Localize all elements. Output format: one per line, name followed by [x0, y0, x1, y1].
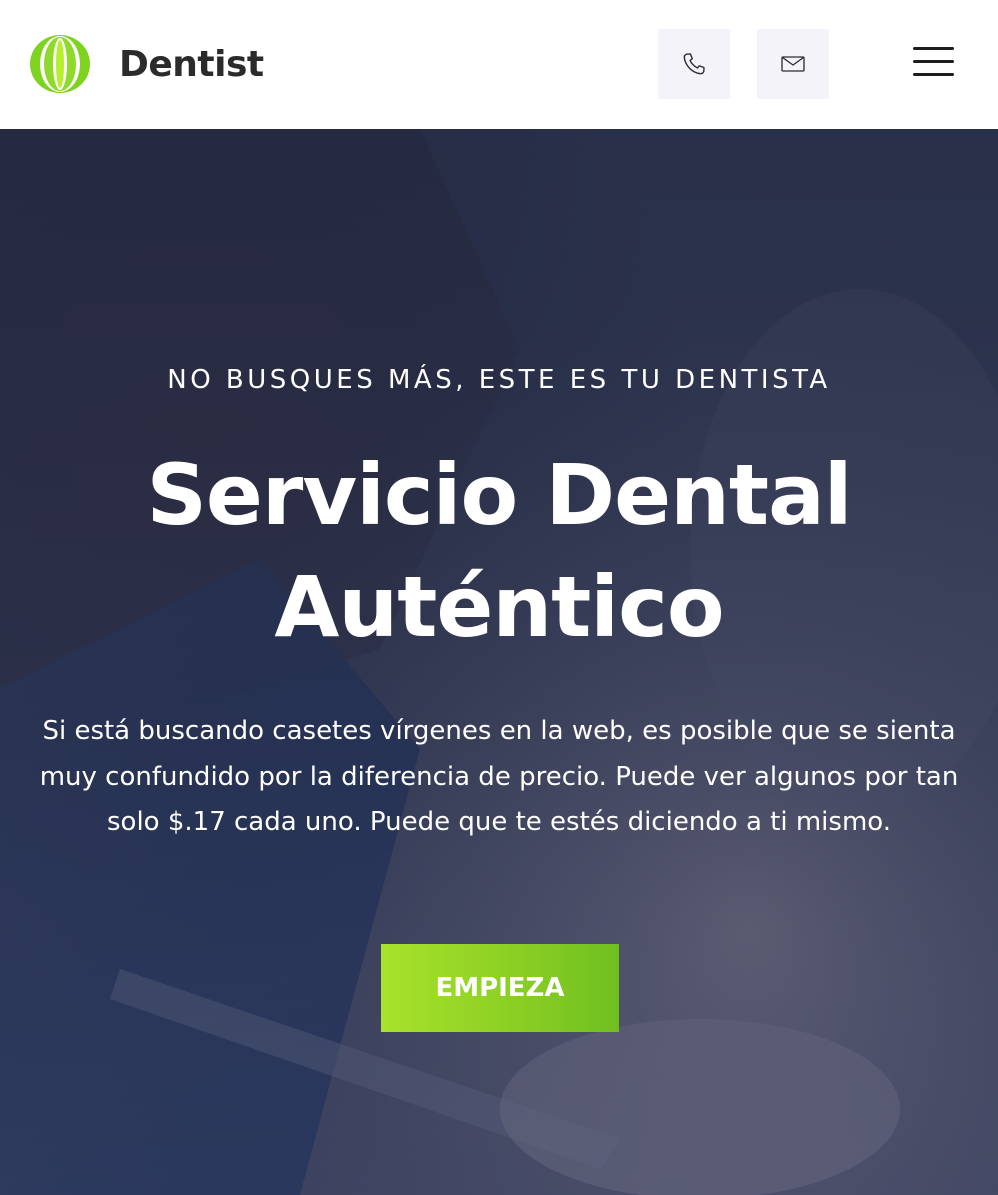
site-header: Dentist	[0, 0, 998, 129]
start-button[interactable]: EMPIEZA	[381, 944, 619, 1032]
hero-eyebrow: NO BUSQUES MÁS, ESTE ES TU DENTISTA	[167, 365, 831, 395]
hamburger-menu-icon	[913, 47, 954, 50]
hero-section: NO BUSQUES MÁS, ESTE ES TU DENTISTA Serv…	[0, 129, 998, 1195]
brand-logo[interactable]: Dentist	[28, 32, 264, 96]
mail-icon	[781, 56, 805, 72]
brand-name: Dentist	[119, 43, 264, 85]
mail-button[interactable]	[757, 29, 829, 99]
tooth-leaf-logo-icon	[30, 35, 90, 93]
hero-description: Si está buscando casetes vírgenes en la …	[39, 716, 959, 837]
phone-button[interactable]	[658, 29, 730, 99]
hero-content: NO BUSQUES MÁS, ESTE ES TU DENTISTA Serv…	[0, 129, 998, 1195]
phone-icon	[683, 53, 705, 75]
hero-headline: Servicio Dental Auténtico	[146, 446, 852, 656]
menu-button[interactable]	[913, 46, 955, 78]
